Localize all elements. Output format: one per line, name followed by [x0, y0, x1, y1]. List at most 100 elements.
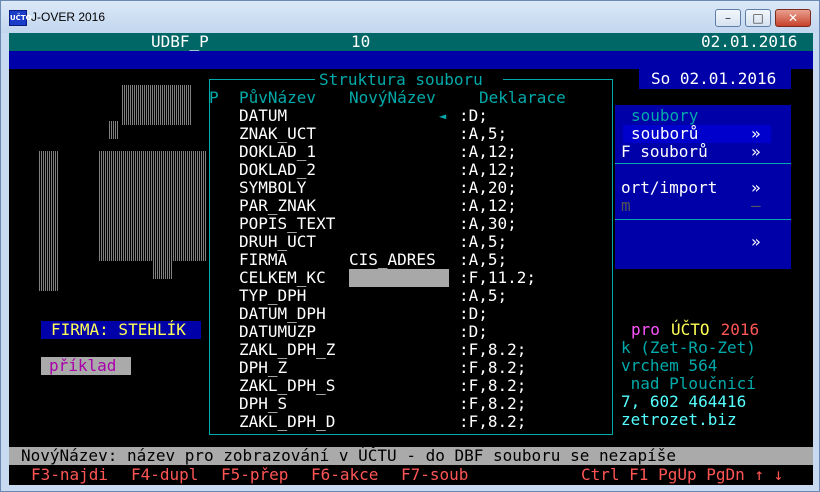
structure-row[interactable]: ZAKL_DPH_Z:F,8.2; — [207, 341, 607, 359]
structure-row[interactable]: DPH_S :F,8.2; — [207, 395, 607, 413]
field-original-name: DOKLAD_2 — [239, 160, 317, 179]
field-declaration: :F,8.2; — [459, 340, 527, 359]
console-area: UDBF_P 10 02.01.2016 So 02.01.2016 soubo… — [9, 33, 813, 485]
structure-row[interactable]: DATUMUZP:D; — [207, 323, 607, 341]
structure-row[interactable]: FIRMA CIS_ADRES :A,5; — [207, 251, 607, 269]
date-box: So 02.01.2016 — [639, 69, 791, 89]
structure-row[interactable]: DOKLAD_2 :A,12; — [207, 161, 607, 179]
navigation-keys[interactable]: Ctrl F1 PgUp PgDn ↑ ↓ — [581, 466, 783, 484]
field-original-name: ZAKL_DPH_D — [239, 412, 336, 431]
field-declaration: :D; — [459, 304, 488, 323]
field-original-name: FIRMA — [239, 250, 288, 269]
structure-row[interactable]: TYP_DPH:A,5; — [207, 287, 607, 305]
field-original-name: PAR_ZNAK — [239, 196, 317, 215]
field-original-name: CELKEM_KC — [239, 268, 326, 287]
structure-row[interactable]: DRUH_UCT:A,5; — [207, 233, 607, 251]
function-key-bar: F3-najdi F4-dupl F5-přep F6-akce F7-soub… — [9, 465, 813, 485]
priklad-text: příklad — [49, 356, 117, 375]
structure-row[interactable]: ZAKL_DPH_D:F,8.2; — [207, 413, 607, 431]
col-orig-name: PůvNázev — [239, 88, 317, 107]
field-declaration: :A,12; — [459, 160, 517, 179]
menu-arrow: » — [751, 178, 761, 197]
firma-label: FIRMA: STEHLÍK — [41, 321, 201, 339]
app-window: UČTO J-OVER 2016 – □ ✕ UDBF_P 10 02.01.2… — [0, 0, 820, 492]
field-declaration: :A,5; — [459, 124, 508, 143]
logo-part — [153, 261, 173, 279]
field-original-name: DPH_S — [239, 394, 288, 413]
maximize-button[interactable]: □ — [745, 9, 771, 27]
structure-row[interactable]: DATUM_DPH:D; — [207, 305, 607, 323]
field-original-name: DPH_Z — [239, 358, 288, 377]
close-button[interactable]: ✕ — [775, 9, 811, 27]
structure-row[interactable]: PAR_ZNAK :A,12; — [207, 197, 607, 215]
status-text: NovýNázev: název pro zobrazování v ÚČTU … — [21, 446, 677, 465]
field-declaration: :A,12; — [459, 142, 517, 161]
structure-row[interactable]: DPH_Z :F,8.2; — [207, 359, 607, 377]
logo-part — [132, 85, 192, 125]
col-declaration: Deklarace — [479, 88, 566, 107]
f6-action-key[interactable]: F6-akce — [311, 466, 378, 484]
f5-switch-key[interactable]: F5-přep — [221, 466, 288, 484]
menu-item[interactable]: » — [609, 233, 791, 251]
logo-part — [99, 151, 211, 261]
info-panel: pro ÚČTO 2016 k (Zet-Ro-Zet) vrchem 564 … — [609, 319, 791, 429]
field-declaration: :D; — [459, 322, 488, 341]
info-city: nad Ploučnicí — [621, 374, 756, 393]
field-declaration: :A,12; — [459, 196, 517, 215]
field-declaration: :F,8.2; — [459, 394, 527, 413]
field-declaration: :A,5; — [459, 232, 508, 251]
dialog-title-bg: Struktura souboru — [315, 71, 503, 89]
logo-part — [122, 85, 132, 125]
field-original-name: POPIS_TEXT — [239, 214, 336, 233]
date-box-text: So 02.01.2016 — [651, 69, 777, 88]
field-declaration: :A,20; — [459, 178, 517, 197]
col-new-name: NovýNázev — [349, 88, 436, 107]
logo-part — [39, 151, 59, 291]
field-declaration: :A,5; — [459, 250, 508, 269]
menu-arrow: » — [751, 232, 761, 251]
info-ucto: ÚČTO — [671, 320, 710, 339]
minimize-button[interactable]: – — [715, 9, 741, 27]
f4-duplicate-key[interactable]: F4-dupl — [131, 466, 198, 484]
field-original-name: TYP_DPH — [239, 286, 307, 305]
structure-row[interactable]: ZNAK_UCT :A,5; — [207, 125, 607, 143]
field-new-name[interactable]: CIS_ADRES — [349, 251, 436, 269]
menu-item-label: ort/import — [621, 178, 718, 197]
menu-item-label: m — [621, 196, 631, 215]
structure-row[interactable]: POPIS_TEXT :A,30; — [207, 215, 607, 233]
field-declaration: :D; — [459, 106, 488, 125]
file-name: UDBF_P — [151, 33, 209, 51]
menu-arrow: – — [751, 196, 761, 215]
menu-item[interactable]: ort/import » — [609, 179, 791, 197]
status-line: NovýNázev: název pro zobrazování v ÚČTU … — [9, 447, 813, 465]
priklad-label: příklad — [41, 357, 131, 375]
menu-item[interactable]: m – — [609, 197, 791, 215]
info-year: 2016 — [711, 320, 760, 339]
info-pro: pro — [631, 320, 670, 339]
menu-arrow: » — [751, 124, 761, 143]
field-original-name: ZNAK_UCT — [239, 124, 317, 143]
structure-row[interactable]: SYMBOLY :A,20; — [207, 179, 607, 197]
new-name-input[interactable] — [349, 269, 449, 287]
f3-find-key[interactable]: F3-najdi — [31, 466, 108, 484]
field-declaration: :F,8.2; — [459, 358, 527, 377]
field-declaration: :F,11.2; — [459, 268, 537, 287]
field-original-name: DOKLAD_1 — [239, 142, 317, 161]
structure-row[interactable]: DOKLAD_1 :A,12; — [207, 143, 607, 161]
menu-divider — [609, 219, 791, 220]
menu-item[interactable]: F souborů » — [609, 143, 791, 161]
logo-part — [109, 121, 119, 139]
field-original-name: SYMBOLY — [239, 178, 307, 197]
structure-row[interactable]: ZAKL_DPH_S:F,8.2; — [207, 377, 607, 395]
field-declaration: :A,30; — [459, 214, 517, 233]
menu-item-label: souborů — [631, 124, 699, 143]
info-street: vrchem 564 — [621, 356, 718, 375]
structure-row[interactable]: DATUM :D; — [207, 107, 607, 125]
structure-row[interactable]: CELKEM_KC :F,11.2; — [207, 269, 607, 287]
f7-file-key[interactable]: F7-soub — [401, 466, 468, 484]
field-original-name: DATUM — [239, 106, 288, 125]
menu-highlight: souborů » — [623, 125, 771, 143]
title-bar[interactable]: UČTO J-OVER 2016 – □ ✕ — [1, 1, 819, 33]
menu-item-label: F souborů — [621, 142, 708, 161]
menu-divider — [609, 163, 791, 164]
